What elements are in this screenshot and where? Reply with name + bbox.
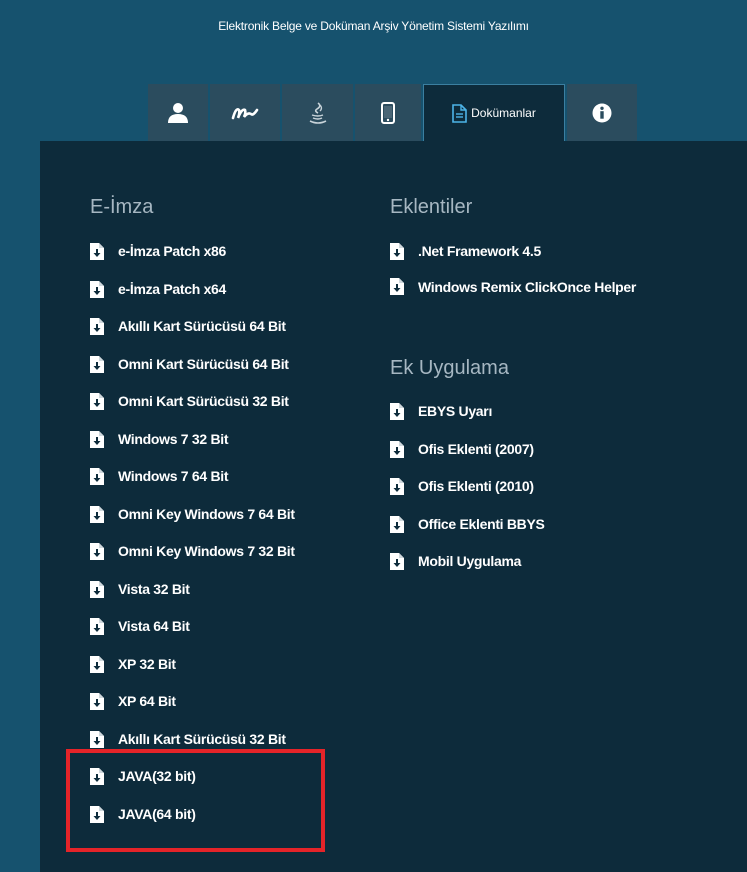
ekuygulama-item-0[interactable]: EBYS Uyarı bbox=[390, 403, 492, 420]
user-icon bbox=[168, 102, 188, 123]
download-icon bbox=[90, 468, 104, 485]
eimza-item-label: Akıllı Kart Sürücüsü 64 Bit bbox=[118, 318, 286, 334]
tab-signature[interactable] bbox=[210, 84, 280, 141]
download-icon bbox=[90, 355, 104, 373]
ekuygulama-item-label: Office Eklenti BBYS bbox=[418, 515, 545, 532]
document-icon bbox=[452, 103, 467, 123]
signature-icon bbox=[231, 107, 259, 119]
ekuygulama-item-3[interactable]: Office Eklenti BBYS bbox=[390, 515, 545, 533]
download-icon bbox=[390, 553, 404, 570]
eimza-item-15[interactable]: JAVA(64 bit) bbox=[90, 805, 196, 823]
download-icon bbox=[90, 655, 104, 673]
eimza-item-10[interactable]: Vista 64 Bit bbox=[90, 618, 190, 635]
eimza-item-label: XP 64 Bit bbox=[118, 693, 176, 709]
download-icon bbox=[90, 543, 104, 560]
ekuygulama-item-label: Mobil Uygulama bbox=[418, 553, 522, 569]
download-icon bbox=[90, 243, 104, 260]
eimza-item-label: Akıllı Kart Sürücüsü 32 Bit bbox=[118, 730, 286, 747]
tab-documents-label: Dokümanlar bbox=[471, 106, 536, 120]
download-icon bbox=[390, 243, 404, 260]
eimza-item-label: Omni Key Windows 7 64 Bit bbox=[118, 505, 295, 522]
eklentiler-item-label: Windows Remix ClickOnce Helper bbox=[418, 279, 637, 295]
documents-panel: E-İmza e-İmza Patch x86 e-İmza Patch x64 A… bbox=[40, 141, 747, 872]
ekuygulama-item-4[interactable]: Mobil Uygulama bbox=[390, 553, 521, 570]
ekuygulama-heading: Ek Uygulama bbox=[390, 357, 509, 379]
app-subtitle: Elektronik Belge ve Doküman Arşiv Yöneti… bbox=[218, 19, 529, 33]
ekuygulama-item-label: EBYS Uyarı bbox=[418, 403, 493, 419]
download-icon bbox=[90, 430, 104, 448]
eimza-item-label: Omni Kart Sürücüsü 64 Bit bbox=[118, 355, 289, 372]
tab-java[interactable] bbox=[282, 84, 353, 141]
eimza-item-label: Windows 7 64 Bit bbox=[118, 468, 229, 484]
download-icon bbox=[90, 318, 104, 335]
eimza-item-label: Vista 32 Bit bbox=[118, 580, 190, 597]
ekuygulama-item-label: Ofis Eklenti (2010) bbox=[418, 478, 534, 494]
eimza-heading: E-İmza bbox=[90, 196, 154, 218]
eimza-item-11[interactable]: XP 32 Bit bbox=[90, 655, 176, 673]
eimza-item-label: JAVA(64 bit) bbox=[118, 805, 196, 822]
eimza-item-7[interactable]: Omni Key Windows 7 64 Bit bbox=[90, 505, 295, 523]
tab-user[interactable] bbox=[148, 84, 208, 141]
tab-bar: Dokümanlar bbox=[148, 84, 639, 141]
eimza-item-label: JAVA(32 bit) bbox=[118, 768, 196, 784]
eimza-item-3[interactable]: Omni Kart Sürücüsü 64 Bit bbox=[90, 355, 289, 373]
eimza-item-6[interactable]: Windows 7 64 Bit bbox=[90, 468, 229, 485]
download-icon bbox=[90, 693, 104, 710]
eimza-item-9[interactable]: Vista 32 Bit bbox=[90, 580, 190, 598]
eimza-item-label: Windows 7 32 Bit bbox=[118, 430, 229, 447]
eklentiler-item-1[interactable]: Windows Remix ClickOnce Helper bbox=[390, 275, 650, 300]
tab-documents[interactable]: Dokümanlar bbox=[423, 84, 565, 141]
tab-mobile[interactable] bbox=[355, 84, 421, 141]
download-icon bbox=[90, 618, 104, 635]
java-icon bbox=[309, 101, 326, 124]
eimza-item-label: Omni Key Windows 7 32 Bit bbox=[118, 543, 295, 559]
mobile-icon bbox=[381, 101, 395, 124]
download-icon bbox=[90, 768, 104, 785]
download-icon bbox=[390, 478, 404, 495]
eimza-item-14[interactable]: JAVA(32 bit) bbox=[90, 768, 196, 785]
eimza-item-12[interactable]: XP 64 Bit bbox=[90, 693, 176, 710]
download-icon bbox=[90, 280, 104, 298]
info-icon bbox=[592, 103, 612, 122]
eimza-item-label: e-İmza Patch x86 bbox=[118, 243, 227, 259]
eimza-item-1[interactable]: e-İmza Patch x64 bbox=[90, 280, 227, 298]
download-icon bbox=[90, 580, 104, 598]
download-icon bbox=[390, 440, 404, 458]
download-icon bbox=[90, 505, 104, 523]
eklentiler-item-0[interactable]: .Net Framework 4.5 bbox=[390, 243, 541, 260]
ekuygulama-item-label: Ofis Eklenti (2007) bbox=[418, 440, 534, 457]
download-icon bbox=[390, 515, 404, 533]
ekuygulama-item-1[interactable]: Ofis Eklenti (2007) bbox=[390, 440, 534, 458]
eimza-item-0[interactable]: e-İmza Patch x86 bbox=[90, 243, 226, 260]
download-icon bbox=[390, 403, 404, 420]
tab-info[interactable] bbox=[567, 84, 637, 141]
eimza-item-4[interactable]: Omni Kart Sürücüsü 32 Bit bbox=[90, 393, 289, 410]
eimza-item-label: Vista 64 Bit bbox=[118, 618, 190, 634]
eimza-item-label: XP 32 Bit bbox=[118, 655, 176, 672]
eimza-item-label: Omni Kart Sürücüsü 32 Bit bbox=[118, 393, 289, 409]
eimza-item-8[interactable]: Omni Key Windows 7 32 Bit bbox=[90, 543, 295, 560]
eimza-item-label: e-İmza Patch x64 bbox=[118, 280, 227, 297]
download-icon bbox=[90, 805, 104, 823]
eklentiler-heading: Eklentiler bbox=[390, 196, 473, 218]
eklentiler-item-label: .Net Framework 4.5 bbox=[418, 243, 541, 259]
download-icon bbox=[90, 730, 104, 748]
download-icon bbox=[390, 278, 404, 295]
download-icon bbox=[90, 393, 104, 410]
eimza-item-2[interactable]: Akıllı Kart Sürücüsü 64 Bit bbox=[90, 318, 286, 335]
eimza-item-13[interactable]: Akıllı Kart Sürücüsü 32 Bit bbox=[90, 730, 286, 748]
eimza-item-5[interactable]: Windows 7 32 Bit bbox=[90, 430, 229, 448]
ekuygulama-item-2[interactable]: Ofis Eklenti (2010) bbox=[390, 478, 534, 495]
